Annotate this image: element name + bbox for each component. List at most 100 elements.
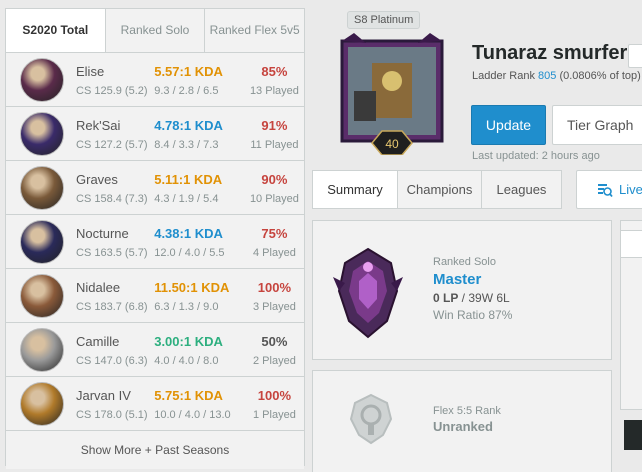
champion-info: Nocturne CS 163.5 (5.7) bbox=[76, 225, 154, 259]
main-tabs: Summary Champions Leagues bbox=[312, 170, 562, 209]
champion-name[interactable]: Rek'Sai bbox=[76, 117, 154, 135]
games-played: 3 Played bbox=[253, 300, 296, 313]
kda-ratio: 5.75:1 KDA bbox=[154, 387, 223, 403]
champion-winrate: 85% 13 Played bbox=[245, 63, 304, 97]
win-loss-record: / 39W 6L bbox=[458, 291, 510, 305]
lp-value: 0 LP bbox=[433, 291, 459, 305]
champion-avatar[interactable] bbox=[20, 165, 64, 210]
tab-season-total[interactable]: S2020 Total bbox=[6, 9, 105, 52]
champion-info: Camille CS 147.0 (6.3) bbox=[76, 333, 154, 367]
champion-cs: CS 147.0 (6.3) bbox=[76, 354, 148, 367]
profile-icon: 40 bbox=[340, 33, 444, 155]
kda-ratio: 5.11:1 KDA bbox=[154, 171, 223, 187]
ranked-flex-box: Flex 5:5 Rank Unranked bbox=[312, 370, 612, 472]
ranked-solo-info: Ranked Solo Master 0 LP / 39W 6L Win Rat… bbox=[433, 256, 512, 322]
live-label: Live bbox=[619, 182, 642, 197]
champion-avatar[interactable] bbox=[20, 327, 64, 372]
champion-kda: 4.78:1 KDA 8.4 / 3.3 / 7.3 bbox=[154, 117, 245, 151]
champion-cs: CS 125.9 (5.2) bbox=[76, 84, 148, 97]
ladder-suffix: (0.0806% of top) bbox=[556, 70, 641, 82]
games-played: 2 Played bbox=[253, 354, 296, 367]
games-played: 11 Played bbox=[250, 138, 299, 151]
champion-info: Nidalee CS 183.7 (6.8) bbox=[76, 279, 154, 313]
kda-detail: 8.4 / 3.3 / 7.3 bbox=[154, 138, 219, 151]
champion-row[interactable]: Camille CS 147.0 (6.3) 3.00:1 KDA 4.0 / … bbox=[6, 323, 304, 377]
master-emblem-icon bbox=[333, 247, 403, 339]
kda-ratio: 4.78:1 KDA bbox=[154, 117, 223, 133]
champion-name[interactable]: Graves bbox=[76, 171, 154, 189]
tier-graph-button[interactable]: Tier Graph bbox=[552, 105, 642, 145]
champion-name[interactable]: Elise bbox=[76, 63, 154, 81]
champion-winrate: 100% 3 Played bbox=[245, 279, 304, 313]
champion-info: Graves CS 158.4 (7.3) bbox=[76, 171, 154, 205]
champion-avatar[interactable] bbox=[20, 57, 64, 102]
kda-ratio: 5.57:1 KDA bbox=[154, 63, 223, 79]
ranked-flex-info: Flex 5:5 Rank Unranked bbox=[433, 405, 501, 434]
champion-kda: 3.00:1 KDA 4.0 / 4.0 / 8.0 bbox=[154, 333, 245, 367]
update-button[interactable]: Update bbox=[471, 105, 546, 145]
champion-info: Jarvan IV CS 178.0 (5.1) bbox=[76, 387, 154, 421]
games-played: 13 Played bbox=[249, 84, 299, 97]
winrate-value: 75% bbox=[261, 225, 288, 241]
ranked-flex-tier: Unranked bbox=[433, 419, 493, 434]
champion-name[interactable]: Nidalee bbox=[76, 279, 154, 297]
portrait-mace bbox=[354, 91, 376, 121]
ladder-rank: Ladder Rank 805 (0.0806% of top) bbox=[472, 70, 641, 82]
champion-info: Elise CS 125.9 (5.2) bbox=[76, 63, 154, 97]
winrate-value: 100% bbox=[257, 387, 292, 403]
champion-info: Rek'Sai CS 127.2 (5.7) bbox=[76, 117, 154, 151]
champion-avatar[interactable] bbox=[20, 111, 64, 156]
summoner-name: Tunaraz smurfer bbox=[472, 42, 628, 64]
live-game-button[interactable]: Live bbox=[576, 170, 642, 209]
ranked-solo-box: Ranked Solo Master 0 LP / 39W 6L Win Rat… bbox=[312, 220, 612, 360]
champion-name[interactable]: Camille bbox=[76, 333, 154, 351]
champion-row[interactable]: Nidalee CS 183.7 (6.8) 11.50:1 KDA 6.3 /… bbox=[6, 269, 304, 323]
kda-detail: 10.0 / 4.0 / 13.0 bbox=[154, 408, 231, 421]
games-played: 10 Played bbox=[249, 192, 299, 205]
winrate-value: 85% bbox=[261, 63, 288, 79]
ranked-solo-tier: Master bbox=[433, 271, 482, 288]
tab-champions[interactable]: Champions bbox=[397, 171, 481, 208]
tab-leagues[interactable]: Leagues bbox=[481, 171, 561, 208]
kda-detail: 12.0 / 4.0 / 5.5 bbox=[154, 246, 225, 259]
tab-ranked-flex[interactable]: Ranked Flex 5v5 bbox=[204, 9, 305, 52]
champion-avatar[interactable] bbox=[20, 219, 64, 264]
champion-winrate: 100% 1 Played bbox=[245, 387, 304, 421]
tab-summary[interactable]: Summary bbox=[313, 171, 397, 208]
champion-row[interactable]: Nocturne CS 163.5 (5.7) 4.38:1 KDA 12.0 … bbox=[6, 215, 304, 269]
kda-detail: 4.0 / 4.0 / 8.0 bbox=[154, 354, 219, 367]
champion-kda: 5.11:1 KDA 4.3 / 1.9 / 5.4 bbox=[154, 171, 245, 205]
winrate-value: 90% bbox=[261, 171, 288, 187]
show-more-button[interactable]: Show More + Past Seasons bbox=[6, 431, 304, 469]
ranked-flex-queue: Flex 5:5 Rank bbox=[433, 405, 501, 417]
tab-ranked-solo[interactable]: Ranked Solo bbox=[104, 9, 205, 52]
champion-cs: CS 163.5 (5.7) bbox=[76, 246, 148, 259]
side-dark-button[interactable] bbox=[624, 420, 642, 450]
kda-ratio: 3.00:1 KDA bbox=[154, 333, 223, 349]
favorite-toggle[interactable] bbox=[628, 44, 642, 68]
unranked-emblem-icon bbox=[349, 393, 393, 445]
side-panel-input[interactable] bbox=[620, 230, 642, 258]
ranked-solo-lp: 0 LP / 39W 6L bbox=[433, 291, 512, 305]
champion-cs: CS 127.2 (5.7) bbox=[76, 138, 148, 151]
champion-name[interactable]: Nocturne bbox=[76, 225, 154, 243]
champion-winrate: 90% 10 Played bbox=[245, 171, 304, 205]
season-tabs: S2020 Total Ranked Solo Ranked Flex 5v5 bbox=[6, 9, 305, 53]
champion-avatar[interactable] bbox=[20, 273, 64, 318]
winrate-value: 100% bbox=[257, 279, 292, 295]
games-played: 4 Played bbox=[253, 246, 296, 259]
champion-cs: CS 158.4 (7.3) bbox=[76, 192, 148, 205]
ranked-solo-queue: Ranked Solo bbox=[433, 256, 496, 268]
champion-row[interactable]: Jarvan IV CS 178.0 (5.1) 5.75:1 KDA 10.0… bbox=[6, 377, 304, 431]
champion-name[interactable]: Jarvan IV bbox=[76, 387, 154, 405]
portrait-face bbox=[382, 71, 402, 91]
champion-row[interactable]: Graves CS 158.4 (7.3) 5.11:1 KDA 4.3 / 1… bbox=[6, 161, 304, 215]
kda-detail: 9.3 / 2.8 / 6.5 bbox=[154, 84, 219, 97]
champion-list: Elise CS 125.9 (5.2) 5.57:1 KDA 9.3 / 2.… bbox=[6, 53, 304, 431]
champion-avatar[interactable] bbox=[20, 381, 64, 426]
ladder-prefix: Ladder Rank bbox=[472, 70, 539, 82]
winrate-value: 91% bbox=[261, 117, 288, 133]
ladder-rank-link[interactable]: 805 bbox=[538, 70, 556, 82]
champion-row[interactable]: Elise CS 125.9 (5.2) 5.57:1 KDA 9.3 / 2.… bbox=[6, 53, 304, 107]
champion-row[interactable]: Rek'Sai CS 127.2 (5.7) 4.78:1 KDA 8.4 / … bbox=[6, 107, 304, 161]
